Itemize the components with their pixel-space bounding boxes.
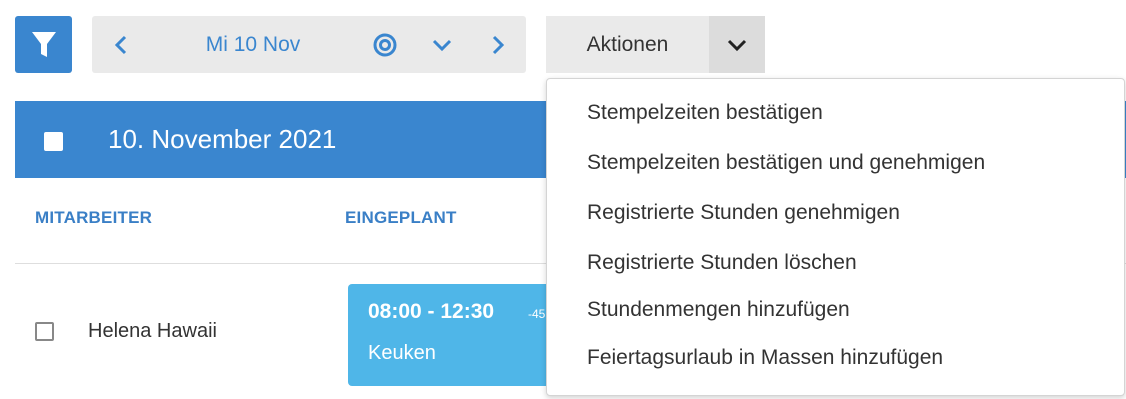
chevron-down-icon <box>727 39 747 51</box>
day-title: 10. November 2021 <box>108 124 337 154</box>
today-button[interactable] <box>356 16 414 73</box>
next-day-button[interactable] <box>470 16 526 73</box>
actions-dropdown-toggle[interactable] <box>709 16 765 73</box>
menu-item-add-hour-amounts[interactable]: Stundenmengen hinzufügen <box>587 298 850 322</box>
shift-location: Keuken <box>368 342 436 364</box>
shift-break: -45 <box>528 307 546 321</box>
menu-item-approve-hours[interactable]: Registrierte Stunden genehmigen <box>587 201 900 225</box>
chevron-left-icon <box>114 35 127 54</box>
column-header-employee[interactable]: MITARBEITER <box>35 208 152 228</box>
menu-item-delete-hours[interactable]: Registrierte Stunden löschen <box>587 251 857 275</box>
column-header-scheduled[interactable]: EINGEPLANT <box>345 208 457 228</box>
shift-card[interactable]: 08:00 - 12:30 -45 Keuken <box>348 284 578 386</box>
previous-day-button[interactable] <box>92 16 150 73</box>
menu-item-bulk-holiday-leave[interactable]: Feiertagsurlaub in Massen hinzufügen <box>587 346 943 370</box>
select-all-checkbox[interactable] <box>44 132 63 151</box>
filter-button[interactable] <box>15 16 72 73</box>
chevron-down-icon <box>432 39 452 51</box>
date-picker-toggle[interactable] <box>414 16 470 73</box>
row-checkbox[interactable] <box>35 322 54 341</box>
filter-icon <box>31 31 56 57</box>
target-icon <box>373 33 397 56</box>
actions-button[interactable]: Aktionen <box>546 16 709 73</box>
current-date-button[interactable]: Mi 10 Nov <box>150 16 356 73</box>
chevron-right-icon <box>492 35 505 54</box>
shift-time: 08:00 - 12:30 <box>368 300 495 323</box>
date-navigation: Mi 10 Nov <box>92 16 526 73</box>
actions-menu: Stempelzeiten bestätigen Stempelzeiten b… <box>546 78 1125 396</box>
employee-name: Helena Hawaii <box>88 320 217 342</box>
menu-item-confirm-approve-timestamps[interactable]: Stempelzeiten bestätigen und genehmigen <box>587 151 985 175</box>
menu-item-confirm-timestamps[interactable]: Stempelzeiten bestätigen <box>587 101 823 125</box>
